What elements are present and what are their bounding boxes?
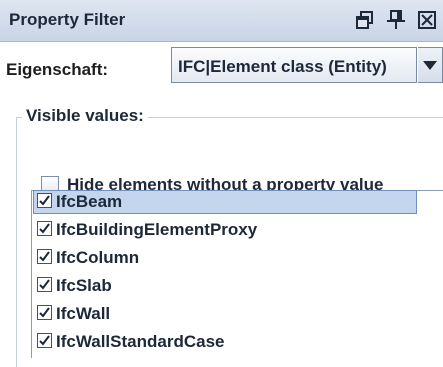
pin-icon[interactable] bbox=[386, 10, 406, 30]
checkmark-icon bbox=[39, 335, 50, 346]
checkbox-checked[interactable] bbox=[37, 221, 52, 236]
checkmark-icon bbox=[39, 223, 50, 234]
list-item-label: IfcWallStandardCase bbox=[56, 332, 225, 351]
panel-title: Property Filter bbox=[9, 10, 126, 29]
visible-values-title: Visible values: bbox=[22, 106, 148, 126]
list-item-label: IfcBeam bbox=[56, 192, 123, 211]
list-item-label: IfcBuildingElementProxy bbox=[56, 220, 258, 239]
list-item-ifcslab[interactable]: IfcSlab bbox=[36, 274, 416, 298]
checkbox-checked[interactable] bbox=[37, 193, 52, 208]
list-item-ifcbuildingelementproxy[interactable]: IfcBuildingElementProxy bbox=[36, 218, 416, 242]
checkmark-icon bbox=[39, 251, 50, 262]
list-item-ifcbeam[interactable]: IfcBeam bbox=[33, 190, 417, 214]
checkmark-icon bbox=[39, 195, 50, 206]
close-icon[interactable] bbox=[417, 10, 437, 30]
checkmark-icon bbox=[39, 307, 50, 318]
list-item-ifcwall[interactable]: IfcWall bbox=[36, 302, 416, 326]
property-combobox[interactable]: IFC|Element class (Entity) bbox=[171, 47, 417, 83]
undock-icon[interactable] bbox=[355, 10, 375, 30]
panel-titlebar: Property Filter bbox=[0, 0, 443, 42]
list-item-ifccolumn[interactable]: IfcColumn bbox=[36, 246, 416, 270]
checkbox-checked[interactable] bbox=[37, 277, 52, 292]
checkbox-checked[interactable] bbox=[37, 305, 52, 320]
property-label: Eigenschaft: bbox=[6, 60, 109, 79]
checkmark-icon bbox=[39, 279, 50, 290]
list-item-ifcwallstandardcase[interactable]: IfcWallStandardCase bbox=[36, 330, 416, 354]
list-item-label: IfcSlab bbox=[56, 276, 112, 295]
list-item-label: IfcWall bbox=[56, 304, 111, 323]
checkbox-checked[interactable] bbox=[37, 249, 52, 264]
checkbox-checked[interactable] bbox=[37, 333, 52, 348]
dropdown-arrow-icon bbox=[423, 61, 437, 70]
property-selected-value: IFC|Element class (Entity) bbox=[178, 57, 387, 76]
list-item-label: IfcColumn bbox=[56, 248, 140, 267]
property-dropdown-button[interactable] bbox=[418, 47, 443, 83]
